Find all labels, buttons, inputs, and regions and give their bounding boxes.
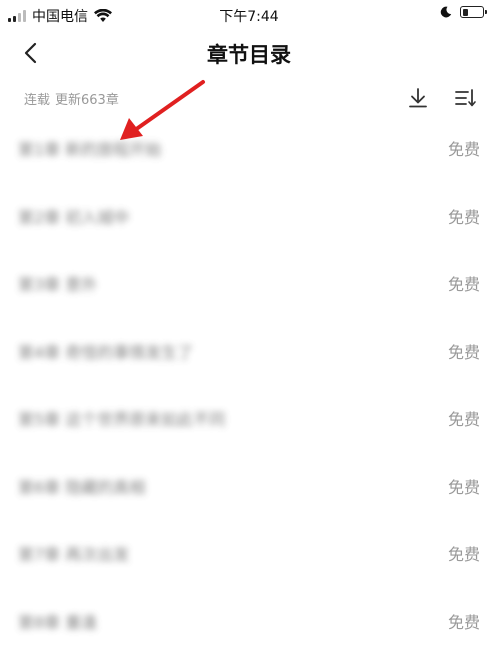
status-right [440, 6, 487, 18]
chapter-title: 第4章 奇怪的事情发生了 [18, 343, 194, 362]
clock: 下午7:44 [219, 9, 279, 25]
serial-status: 连载 [24, 93, 51, 108]
moon-icon [440, 6, 452, 18]
chapter-item[interactable]: 第5章 这个世界原来如此不同 免费 [0, 386, 498, 454]
download-button[interactable] [404, 85, 432, 111]
chapter-item[interactable]: 第4章 奇怪的事情发生了 免费 [0, 319, 498, 387]
chapter-item[interactable]: 第8章 重逢 免费 [0, 589, 498, 657]
free-label: 免费 [447, 275, 480, 294]
sort-icon [455, 89, 476, 107]
chapter-title: 第1章 新的旅程开始 [18, 140, 162, 159]
chapter-title: 第5章 这个世界原来如此不同 [18, 410, 226, 429]
chapter-title: 第8章 重逢 [18, 613, 98, 632]
update-count: 更新663章 [55, 93, 119, 108]
sort-button[interactable] [451, 85, 479, 111]
free-label: 免费 [447, 613, 480, 632]
chapter-title: 第6章 隐藏的真相 [18, 478, 146, 497]
chapter-item[interactable]: 第3章 意外 免费 [0, 251, 498, 319]
info-bar: 连载 更新663章 [0, 80, 498, 116]
chapter-title: 第3章 意外 [18, 275, 98, 294]
chapter-item[interactable]: 第7章 再次出发 免费 [0, 521, 498, 589]
free-label: 免费 [447, 410, 480, 429]
nav-header: 章节目录 [0, 30, 498, 76]
page-title: 章节目录 [207, 43, 291, 67]
download-icon [409, 88, 427, 108]
battery-icon [460, 6, 487, 18]
free-label: 免费 [447, 545, 480, 564]
free-label: 免费 [447, 140, 480, 159]
chapter-item[interactable]: 第2章 初入城中 免费 [0, 184, 498, 252]
chapter-item[interactable]: 第6章 隐藏的真相 免费 [0, 454, 498, 522]
chapter-item[interactable]: 第1章 新的旅程开始 免费 [0, 116, 498, 184]
status-bar: 中国电信 下午7:44 [0, 0, 498, 30]
free-label: 免费 [447, 208, 480, 227]
chapter-title: 第7章 再次出发 [18, 545, 130, 564]
serial-info: 连载 更新663章 [24, 89, 124, 108]
free-label: 免费 [447, 343, 480, 362]
free-label: 免费 [447, 478, 480, 497]
chapter-title: 第2章 初入城中 [18, 208, 130, 227]
